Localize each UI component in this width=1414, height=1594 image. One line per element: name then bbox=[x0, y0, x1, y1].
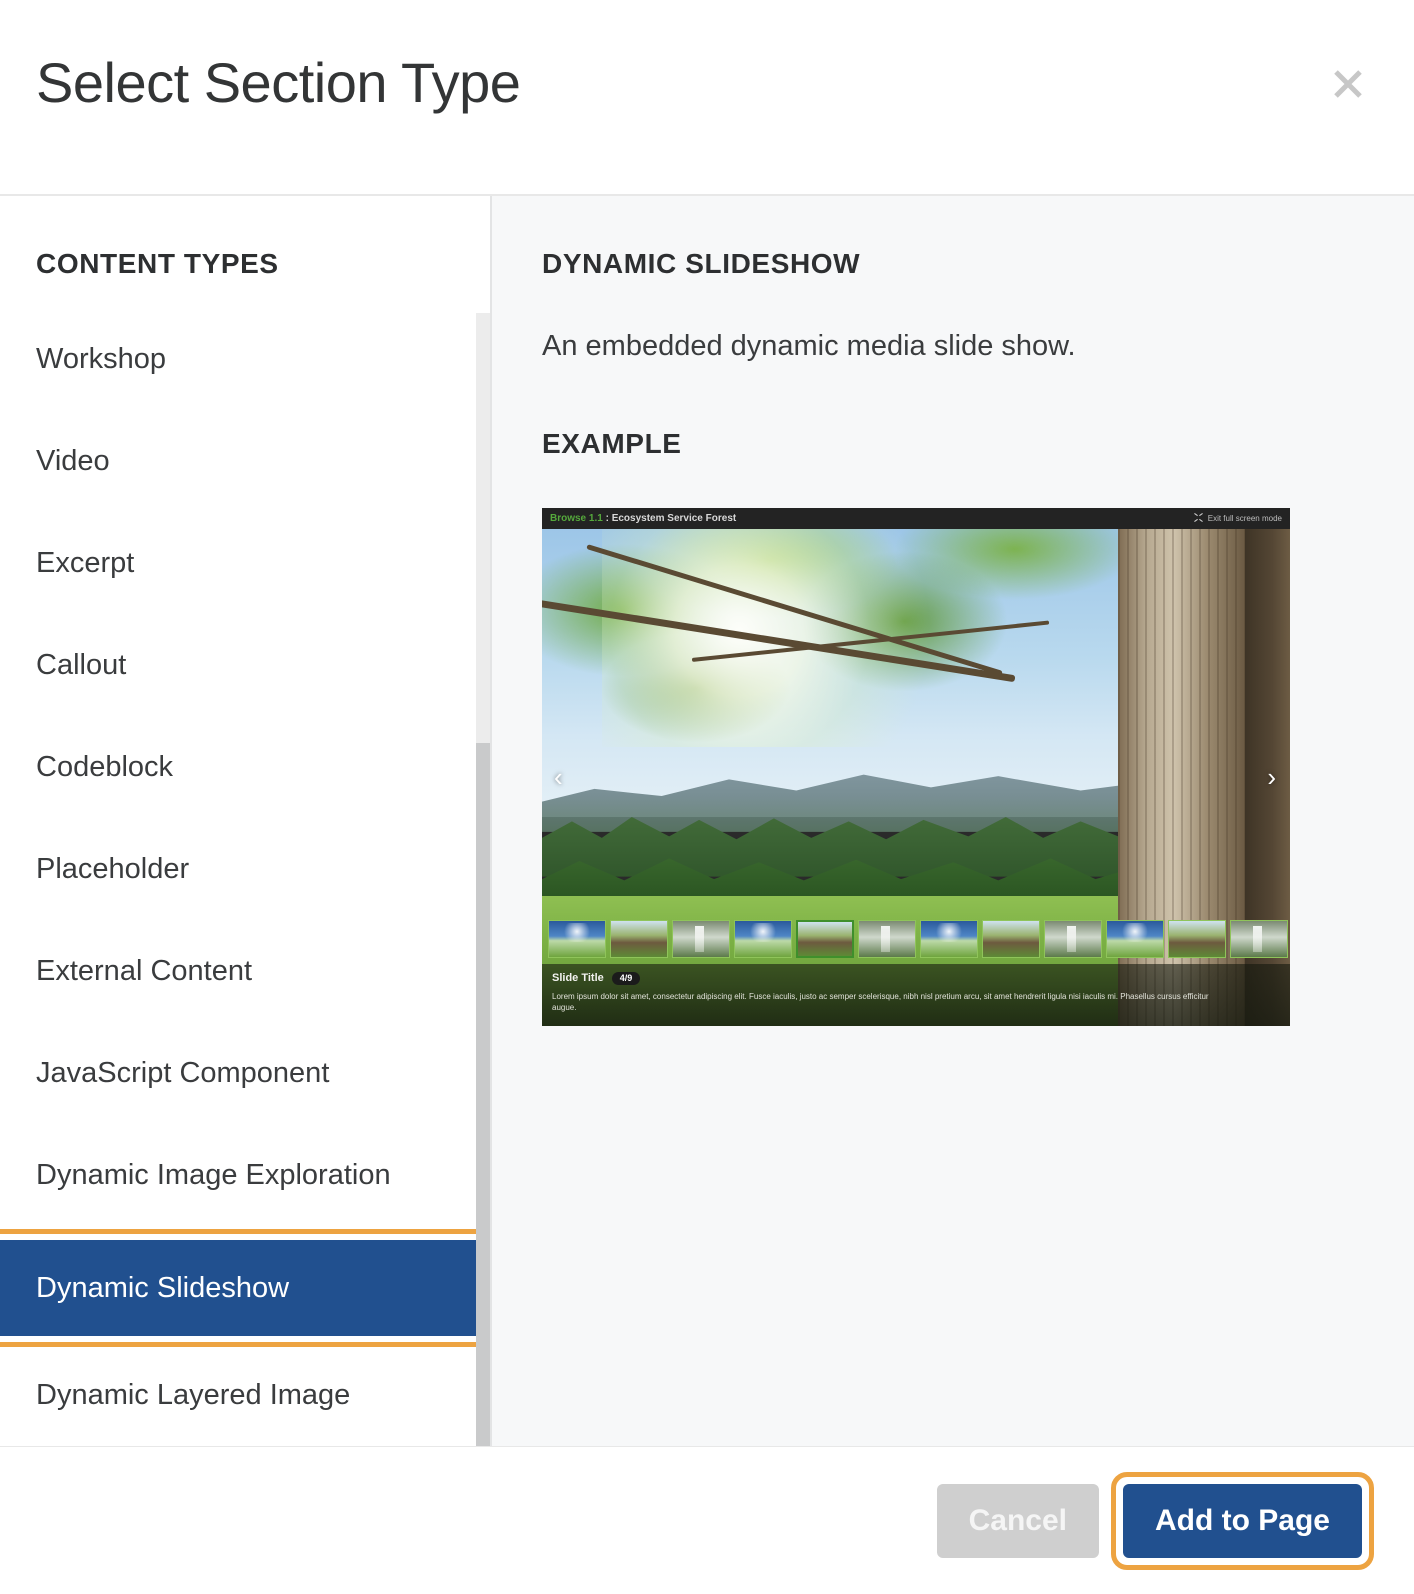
add-to-page-annotation: Add to Page bbox=[1110, 1471, 1375, 1570]
select-section-type-dialog: Select Section Type CONTENT TYPES Worksh… bbox=[0, 0, 1414, 1594]
sidebar-scrollbar-track[interactable] bbox=[476, 313, 490, 1446]
content-type-list: Workshop Video Excerpt Callout Codeblock… bbox=[0, 322, 490, 1432]
sidebar-item-workshop[interactable]: Workshop bbox=[0, 322, 490, 396]
sidebar-item-label: Workshop bbox=[36, 342, 167, 375]
exit-fullscreen-icon bbox=[1193, 512, 1203, 524]
detail-panel: DYNAMIC SLIDESHOW An embedded dynamic me… bbox=[492, 196, 1414, 1446]
slide-caption: Slide Title 4/9 Lorem ipsum dolor sit am… bbox=[542, 963, 1290, 1026]
dialog-footer: Cancel Add to Page bbox=[0, 1446, 1414, 1594]
thumbnail-item[interactable] bbox=[1106, 920, 1164, 959]
thumbnail-item[interactable] bbox=[610, 920, 668, 959]
example-stage: ‹ › Slide Title 4/9 Lorem ipsum dolor si… bbox=[542, 528, 1290, 1026]
sidebar-heading: CONTENT TYPES bbox=[36, 248, 279, 279]
cancel-button[interactable]: Cancel bbox=[936, 1483, 1099, 1558]
detail-description: An embedded dynamic media slide show. bbox=[542, 330, 1076, 362]
content-types-sidebar: CONTENT TYPES Workshop Video Excerpt Cal… bbox=[0, 196, 492, 1446]
sidebar-item-javascript-component[interactable]: JavaScript Component bbox=[0, 1036, 490, 1110]
sidebar-item-dynamic-layered-image[interactable]: Dynamic Layered Image bbox=[0, 1358, 490, 1432]
sidebar-item-callout[interactable]: Callout bbox=[0, 628, 490, 702]
sidebar-scrollbar-thumb[interactable] bbox=[476, 743, 490, 1446]
sidebar-item-label: Excerpt bbox=[36, 546, 135, 579]
thumbnail-item[interactable] bbox=[858, 920, 916, 959]
sidebar-item-label: External Content bbox=[36, 954, 253, 987]
sidebar-item-excerpt[interactable]: Excerpt bbox=[0, 526, 490, 600]
sidebar-item-label: Placeholder bbox=[36, 852, 190, 885]
sidebar-item-label: Video bbox=[36, 444, 110, 477]
example-version-label: Browse 1.1 bbox=[550, 512, 603, 524]
sidebar-item-label: Dynamic Slideshow bbox=[36, 1271, 290, 1304]
sidebar-item-label: Dynamic Layered Image bbox=[36, 1378, 351, 1411]
example-breadcrumb-rest: : Ecosystem Service Forest bbox=[602, 512, 737, 524]
sidebar-item-dynamic-image-exploration[interactable]: Dynamic Image Exploration bbox=[0, 1138, 490, 1212]
sidebar-item-video[interactable]: Video bbox=[0, 424, 490, 498]
previous-slide-arrow-icon[interactable]: ‹ bbox=[554, 764, 563, 790]
example-breadcrumb: Browse 1.1 : Ecosystem Service Forest bbox=[550, 513, 736, 524]
close-button[interactable] bbox=[1324, 60, 1372, 108]
sidebar-item-codeblock[interactable]: Codeblock bbox=[0, 730, 490, 804]
detail-title: DYNAMIC SLIDESHOW bbox=[542, 248, 861, 279]
example-heading: EXAMPLE bbox=[542, 427, 682, 459]
add-to-page-button[interactable]: Add to Page bbox=[1122, 1483, 1362, 1558]
sidebar-item-external-content[interactable]: External Content bbox=[0, 934, 490, 1008]
sidebar-item-placeholder[interactable]: Placeholder bbox=[0, 832, 490, 906]
sidebar-item-label: Callout bbox=[36, 648, 127, 681]
sidebar-item-label: Codeblock bbox=[36, 750, 174, 783]
thumbnail-item[interactable] bbox=[796, 920, 854, 959]
thumbnail-item[interactable] bbox=[548, 920, 606, 959]
thumbnail-item[interactable] bbox=[734, 920, 792, 959]
example-topbar: Browse 1.1 : Ecosystem Service Forest Ex… bbox=[542, 507, 1290, 529]
dialog-body: CONTENT TYPES Workshop Video Excerpt Cal… bbox=[0, 196, 1414, 1446]
sidebar-item-label: JavaScript Component bbox=[36, 1056, 330, 1089]
example-slideshow-preview: Browse 1.1 : Ecosystem Service Forest Ex… bbox=[542, 507, 1290, 1026]
dialog-header: Select Section Type bbox=[0, 0, 1414, 196]
thumbnail-item[interactable] bbox=[1044, 920, 1102, 959]
slide-title: Slide Title bbox=[552, 972, 604, 985]
slide-caption-header: Slide Title 4/9 bbox=[552, 971, 1280, 985]
slide-counter-badge: 4/9 bbox=[611, 971, 641, 985]
next-slide-arrow-icon[interactable]: › bbox=[1267, 764, 1276, 790]
sidebar-item-dynamic-slideshow[interactable]: Dynamic Slideshow bbox=[0, 1229, 490, 1347]
sidebar-item-label: Dynamic Image Exploration bbox=[36, 1158, 391, 1191]
thumbnail-item[interactable] bbox=[920, 920, 978, 959]
exit-fullscreen-control[interactable]: Exit full screen mode bbox=[1193, 512, 1282, 524]
slide-thumbnail-strip bbox=[542, 917, 1290, 962]
close-icon bbox=[1328, 64, 1368, 104]
thumbnail-item[interactable] bbox=[1230, 920, 1288, 959]
page-title: Select Section Type bbox=[36, 51, 521, 114]
slide-description: Lorem ipsum dolor sit amet, consectetur … bbox=[552, 991, 1209, 1013]
thumbnail-item[interactable] bbox=[672, 920, 730, 959]
thumbnail-item[interactable] bbox=[1168, 920, 1226, 959]
thumbnail-item[interactable] bbox=[982, 920, 1040, 959]
exit-fullscreen-label: Exit full screen mode bbox=[1207, 513, 1282, 523]
